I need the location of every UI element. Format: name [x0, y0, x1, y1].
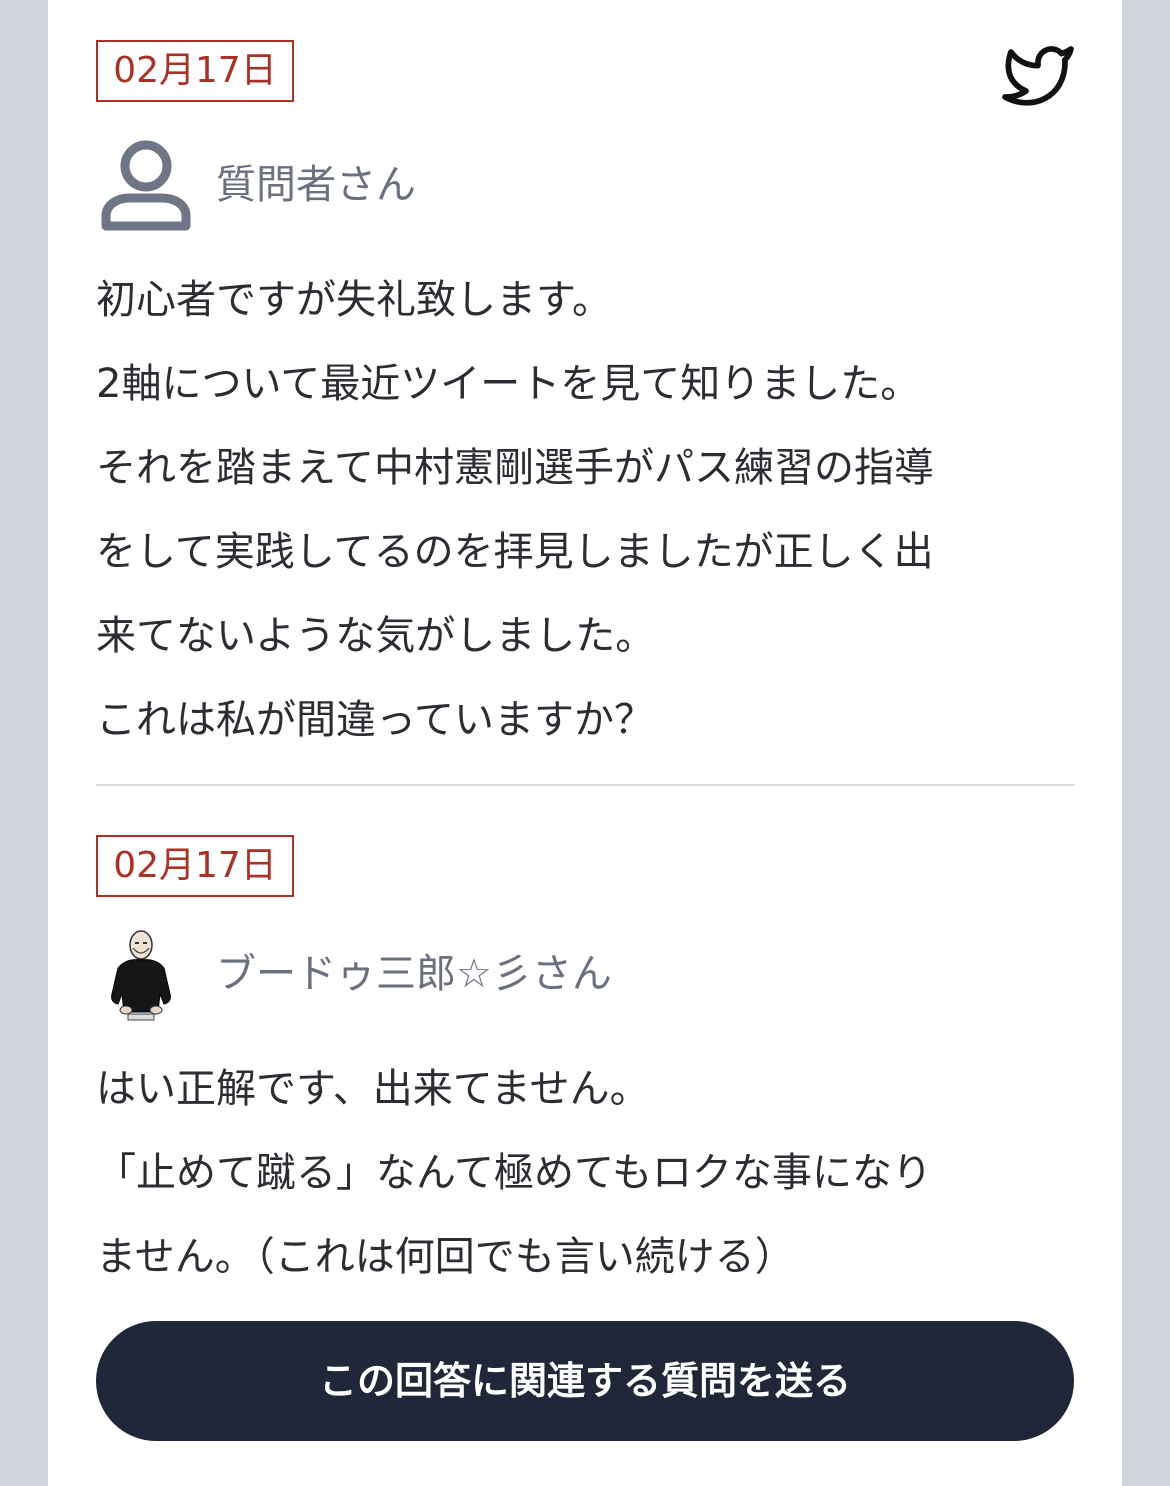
- question-line: これは私が間違っていますか？: [96, 697, 654, 743]
- answer-body: はい正解です、出来てません。 「止めて蹴る」なんて極めてもロクな事になり ません…: [96, 1047, 1076, 1299]
- qa-card: 02月17日 質問者さん 初心者ですが失礼致します。 2軸について最近ツイートを…: [48, 0, 1122, 1486]
- answer-date-badge: 02月17日: [96, 835, 294, 897]
- twitter-share-icon[interactable]: [998, 40, 1078, 112]
- answer-author-name: ブードゥ三郎☆彡さん: [216, 951, 612, 997]
- question-author-name: 質問者さん: [216, 162, 416, 208]
- question-line: 初心者ですが失礼致します。: [96, 277, 612, 323]
- question-body: 初心者ですが失礼致します。 2軸について最近ツイートを見て知りました。 それを踏…: [96, 258, 1076, 762]
- send-related-question-button[interactable]: この回答に関連する質問を送る: [96, 1321, 1074, 1441]
- answer-line: はい正解です、出来てません。: [96, 1066, 650, 1112]
- question-line: をして実践してるのを拝見しましたが正しく出: [96, 529, 934, 575]
- person-icon: [101, 140, 191, 231]
- question-line: 来てないような気がしました。: [96, 613, 656, 659]
- answerer-avatar: [111, 930, 171, 1021]
- answer-line: ません。（これは何回でも言い続ける）: [96, 1234, 795, 1280]
- question-line: 2軸について最近ツイートを見て知りました。: [96, 361, 921, 407]
- section-divider: [96, 784, 1074, 786]
- answer-line: 「止めて蹴る」なんて極めてもロクな事になり: [96, 1150, 932, 1196]
- question-line: それを踏まえて中村憲剛選手がパス練習の指導: [96, 445, 934, 491]
- question-date-badge: 02月17日: [96, 40, 294, 102]
